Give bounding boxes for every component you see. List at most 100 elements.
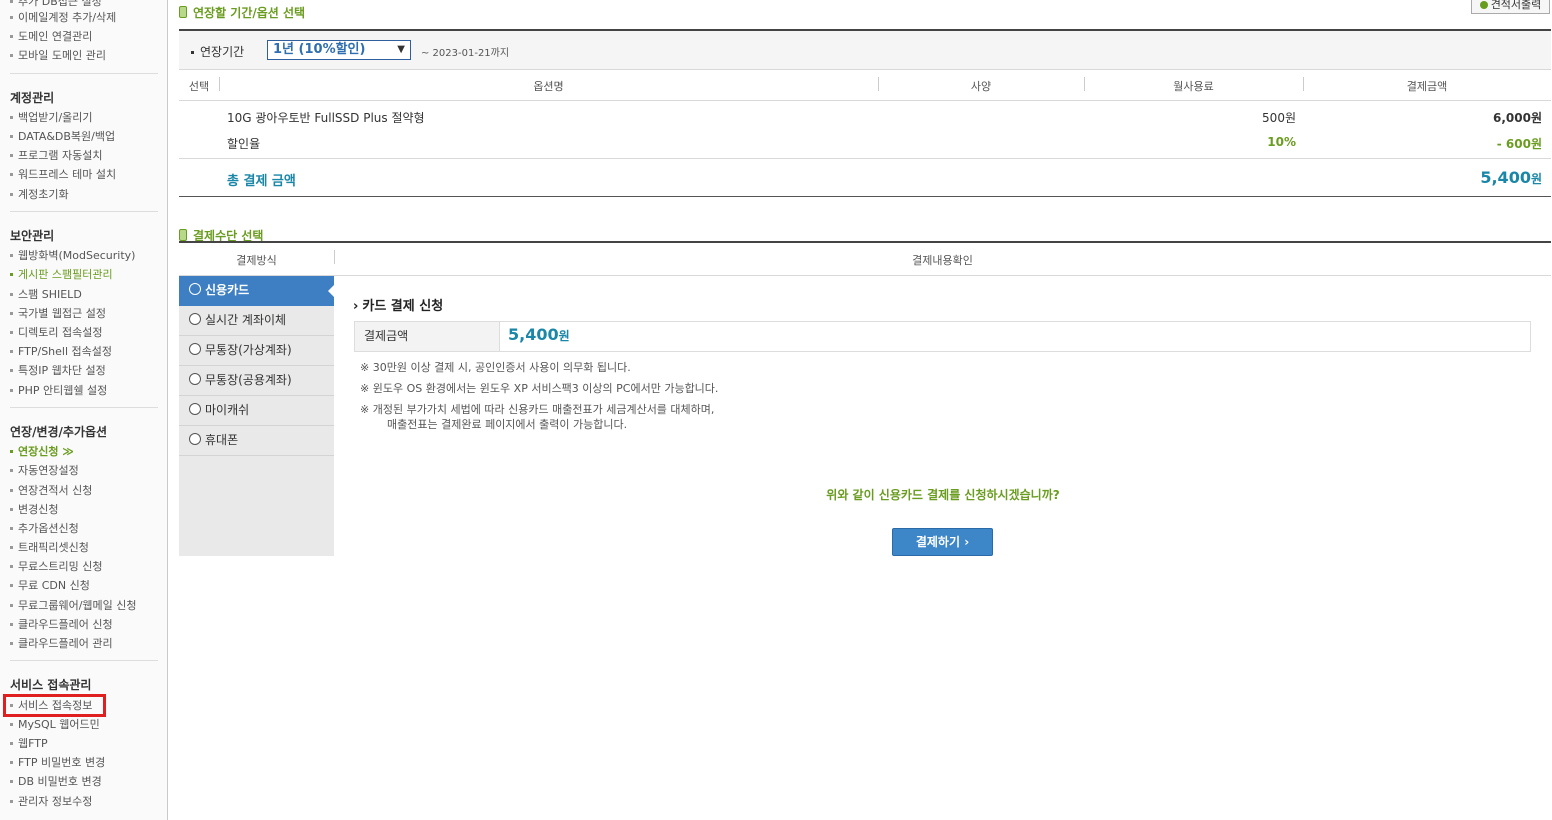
radio-icon <box>189 403 201 415</box>
sidebar-item-ip-block[interactable]: 특정IP 웹차단 설정 <box>10 364 106 378</box>
sidebar-item-label: 연장신청 ≫ <box>18 445 74 458</box>
sidebar-item-add-option[interactable]: 추가옵션신청 <box>10 522 79 536</box>
sidebar-item-label: 스팸 SHIELD <box>18 288 82 301</box>
divider <box>179 69 1551 70</box>
sidebar-item-extend-request[interactable]: 연장신청 ≫ <box>10 445 74 459</box>
period-until: ~ 2023-01-21까지 <box>421 48 510 59</box>
sidebar-item-free-streaming[interactable]: 무료스트리밍 신청 <box>10 560 102 574</box>
sidebar-item-cloudflare-request[interactable]: 클라우드플레어 신청 <box>10 618 113 632</box>
print-quote-button[interactable]: 견적서출력 <box>1471 0 1550 14</box>
sidebar-item-ftp-shell-access[interactable]: FTP/Shell 접속설정 <box>10 345 112 359</box>
sidebar-item-directory-access[interactable]: 디렉토리 접속설정 <box>10 326 102 340</box>
pay-submit-button[interactable]: 결제하기 › <box>892 528 993 556</box>
sidebar-item-waf[interactable]: 웹방화벽(ModSecurity) <box>10 249 135 263</box>
payment-method-shared-account[interactable]: 무통장(공용계좌) <box>179 366 334 396</box>
table-header-confirm: 결제내용확인 <box>912 254 973 267</box>
sidebar-item-label: FTP/Shell 접속설정 <box>18 345 113 358</box>
sidebar-item-label: 웹방화벽(ModSecurity) <box>18 249 136 262</box>
sidebar-item-label: 무료 CDN 신청 <box>18 579 90 592</box>
sidebar-item-auto-extend[interactable]: 자동연장설정 <box>10 464 79 478</box>
sidebar-item-label: FTP 비밀번호 변경 <box>18 756 106 769</box>
sidebar-item-label: 게시판 스팸필터관리 <box>18 268 113 281</box>
divider <box>179 158 1551 159</box>
radio-icon <box>189 313 201 325</box>
sidebar-item-country-access[interactable]: 국가별 웹접근 설정 <box>10 307 106 321</box>
sidebar-item-label: 클라우드플레어 관리 <box>18 637 113 650</box>
payment-method-phone[interactable]: 휴대폰 <box>179 426 334 456</box>
sidebar-item-label: 무료그룹웨어/웹메일 신청 <box>18 599 137 612</box>
table-header-spec: 사양 <box>970 80 992 93</box>
print-icon <box>1479 1 1488 9</box>
total-label: 총 결제 금액 <box>227 174 296 189</box>
sidebar-item-domain-connect[interactable]: 도메인 연결관리 <box>10 30 92 44</box>
sidebar-item-ftp-password[interactable]: FTP 비밀번호 변경 <box>10 756 105 770</box>
sidebar-item-spam-shield[interactable]: 스팸 SHIELD <box>10 288 82 302</box>
sidebar-item-data-db-restore[interactable]: DATA&DB복원/백업 <box>10 130 115 144</box>
sidebar-item-label: 이메일계정 추가/삭제 <box>18 11 117 24</box>
highlight-box <box>3 694 106 717</box>
sidebar-item-backup[interactable]: 백업받기/올리기 <box>10 111 93 125</box>
sidebar-item-traffic-reset[interactable]: 트래픽리셋신청 <box>10 541 89 555</box>
discount-amount: - 600원 <box>1496 137 1542 151</box>
radio-icon <box>189 283 201 295</box>
sidebar-item-wp-theme[interactable]: 워드프레스 테마 설치 <box>10 168 116 182</box>
chevron-right-icon: › <box>964 535 970 549</box>
sidebar-item-account-reset[interactable]: 계정초기화 <box>10 188 69 202</box>
payment-method-mycash[interactable]: 마이캐쉬 <box>179 396 334 426</box>
notice-text: ※ 30만원 이상 결제 시, 공인인증서 사용이 의무화 됩니다. <box>360 361 631 374</box>
sidebar-item-change-request[interactable]: 변경신청 <box>10 503 58 517</box>
sidebar-heading-service: 서비스 접속관리 <box>10 678 92 692</box>
sidebar-item-email-accounts[interactable]: 이메일계정 추가/삭제 <box>10 11 116 25</box>
table-header-monthly: 월사용료 <box>1173 80 1214 93</box>
sidebar-item-extend-quote[interactable]: 연장견적서 신청 <box>10 484 92 498</box>
section-title-text: 연장할 기간/옵션 선택 <box>193 6 306 20</box>
print-quote-label: 견적서출력 <box>1490 0 1542 11</box>
card-payment-title: 카드 결제 신청 <box>353 295 443 314</box>
sidebar: 추가 DB접근 설정 이메일계정 추가/삭제 도메인 연결관리 모바일 도메인 … <box>0 0 168 820</box>
sidebar-item-free-groupware[interactable]: 무료그룹웨어/웹메일 신청 <box>10 599 137 613</box>
payment-method-credit-card[interactable]: 신용카드 <box>179 276 335 306</box>
sidebar-item-mobile-domain[interactable]: 모바일 도메인 관리 <box>10 49 106 63</box>
divider <box>179 196 1551 197</box>
sidebar-item-label: 관리자 정보수정 <box>18 795 93 808</box>
sidebar-item-label: 트래픽리셋신청 <box>18 541 89 554</box>
sidebar-item-label: 도메인 연결관리 <box>18 30 93 43</box>
sidebar-item-admin-info[interactable]: 관리자 정보수정 <box>10 795 92 809</box>
payment-method-label: 실시간 계좌이체 <box>205 313 287 327</box>
amount-label: 결제금액 <box>354 321 500 352</box>
sidebar-item-php-antiwebshell[interactable]: PHP 안티웹쉘 설정 <box>10 384 107 398</box>
radio-icon <box>189 433 201 445</box>
sidebar-item-label: MySQL 웹어드민 <box>18 718 100 731</box>
divider <box>10 73 158 74</box>
sidebar-item-free-cdn[interactable]: 무료 CDN 신청 <box>10 579 90 593</box>
section-title-period: 연장할 기간/옵션 선택 <box>179 4 305 21</box>
sidebar-item-label: 변경신청 <box>18 503 59 516</box>
total-number: 5,400 <box>1480 168 1531 187</box>
sidebar-item-webftp[interactable]: 웹FTP <box>10 737 48 751</box>
table-header-method: 결제방식 <box>236 254 277 267</box>
sidebar-item-label: 모바일 도메인 관리 <box>18 49 106 62</box>
divider <box>179 100 1551 101</box>
sidebar-item-label: 워드프레스 테마 설치 <box>18 168 117 181</box>
period-select[interactable]: 1년 (10%할인) ▼ <box>267 40 411 60</box>
sidebar-item-db-password[interactable]: DB 비밀번호 변경 <box>10 775 102 789</box>
sidebar-item-label: PHP 안티웹쉘 설정 <box>18 384 108 397</box>
notice-text: 매출전표는 결제완료 페이지에서 출력이 가능합니다. <box>387 418 628 431</box>
sidebar-item-label: DATA&DB복원/백업 <box>18 130 116 143</box>
notice-text: ※ 개정된 부가가치 세법에 따라 신용카드 매출전표가 세금계산서를 대체하며… <box>360 403 715 416</box>
sidebar-item-spam-filter[interactable]: 게시판 스팸필터관리 <box>10 268 113 282</box>
sidebar-item-cloudflare-manage[interactable]: 클라우드플레어 관리 <box>10 637 113 651</box>
sidebar-item-label: 추가 DB접근 설정 <box>18 0 102 8</box>
sidebar-item-extra-db[interactable]: 추가 DB접근 설정 <box>10 0 102 9</box>
payment-method-bank-transfer[interactable]: 실시간 계좌이체 <box>179 306 334 336</box>
sidebar-item-mysql-webadmin[interactable]: MySQL 웹어드민 <box>10 718 100 732</box>
discount-label: 할인율 <box>227 137 261 151</box>
confirm-question: 위와 같이 신용카드 결제를 신청하시겠습니까? <box>826 488 1060 502</box>
table-header-option: 옵션명 <box>533 80 564 93</box>
sidebar-item-label: 백업받기/올리기 <box>18 111 93 124</box>
sidebar-item-auto-install[interactable]: 프로그램 자동설치 <box>10 149 102 163</box>
payment-method-label: 마이캐쉬 <box>205 403 250 417</box>
table-header-select: 선택 <box>188 80 210 93</box>
sidebar-item-label: 추가옵션신청 <box>18 522 79 535</box>
payment-method-virtual-account[interactable]: 무통장(가상계좌) <box>179 336 334 366</box>
